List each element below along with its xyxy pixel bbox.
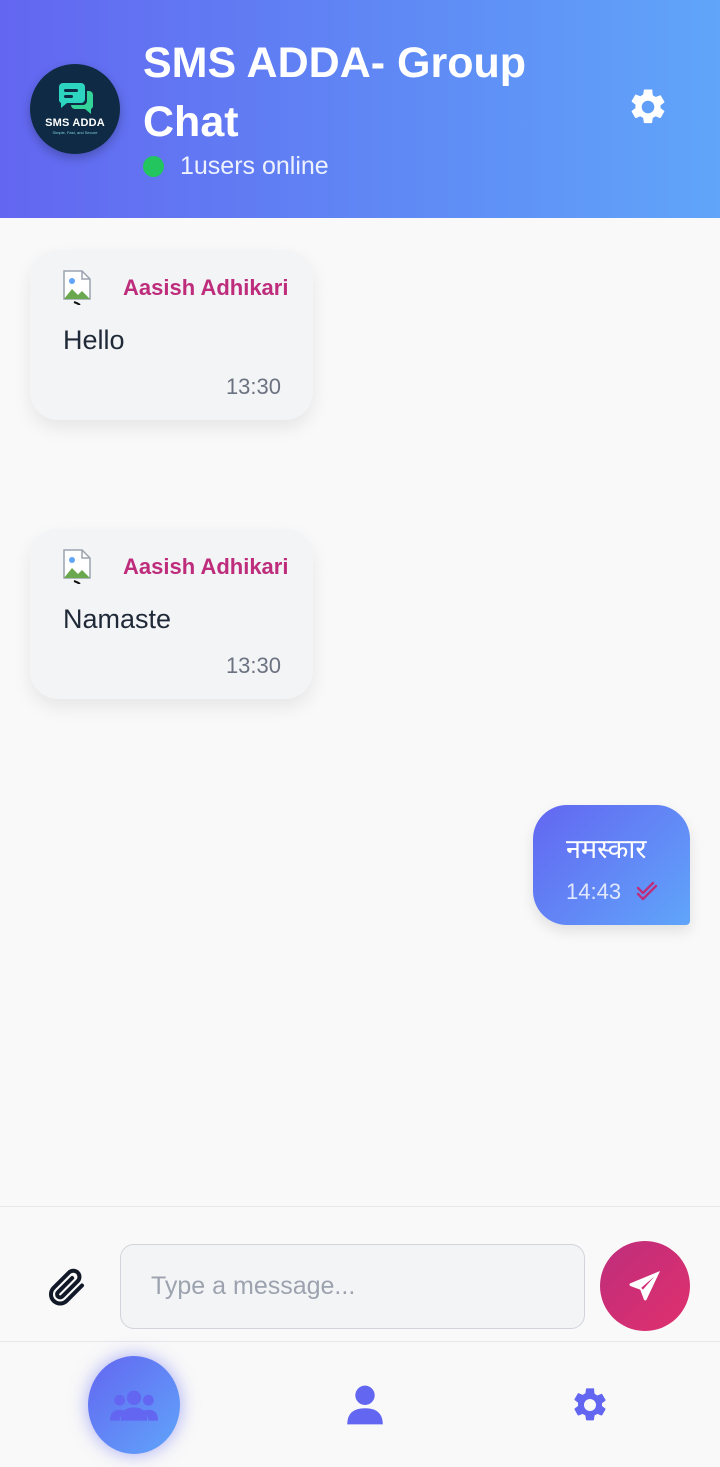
broken-image-icon bbox=[63, 270, 91, 305]
users-icon bbox=[110, 1390, 158, 1421]
message-bubble-outgoing: नमस्कार 14:43 bbox=[533, 805, 690, 925]
app-logo: SMS ADDA Simple, Fast, and Secure bbox=[30, 64, 120, 154]
message-composer bbox=[0, 1206, 720, 1341]
chat-bubbles-icon bbox=[58, 83, 94, 114]
logo-tagline: Simple, Fast, and Secure bbox=[52, 130, 98, 135]
nav-group-chat[interactable] bbox=[88, 1356, 180, 1454]
sender-name: Aasish Adhikari bbox=[123, 275, 289, 300]
message-bubble-incoming: Aasish Adhikari Hello 13:30 bbox=[30, 250, 313, 420]
send-button[interactable] bbox=[600, 1241, 690, 1331]
chat-header: SMS ADDA Simple, Fast, and Secure SMS AD… bbox=[0, 0, 720, 218]
bottom-navigation bbox=[0, 1341, 720, 1467]
logo-text: SMS ADDA bbox=[45, 117, 105, 129]
message-time: 14:43 bbox=[566, 879, 622, 904]
double-check-icon bbox=[636, 881, 658, 901]
message-time: 13:30 bbox=[225, 653, 281, 678]
message-text: Namaste bbox=[63, 604, 172, 634]
broken-image-icon bbox=[63, 549, 91, 584]
message-time: 13:30 bbox=[225, 374, 281, 399]
gear-icon[interactable] bbox=[570, 1384, 610, 1426]
paper-plane-icon bbox=[629, 1270, 661, 1301]
message-text: Hello bbox=[63, 325, 125, 355]
online-dot bbox=[143, 156, 164, 177]
sender-name: Aasish Adhikari bbox=[123, 554, 289, 579]
message-bubble-incoming: Aasish Adhikari Namaste 13:30 bbox=[30, 529, 313, 699]
paperclip-icon[interactable] bbox=[48, 1267, 88, 1307]
gear-icon[interactable] bbox=[627, 86, 669, 128]
message-input[interactable] bbox=[120, 1244, 585, 1329]
message-text: नमस्कार bbox=[566, 834, 647, 864]
user-icon[interactable] bbox=[345, 1384, 385, 1426]
online-count: 1users online bbox=[180, 152, 329, 180]
online-status: 1users online bbox=[143, 152, 329, 181]
page-title: SMS ADDA- Group Chat bbox=[143, 39, 526, 146]
